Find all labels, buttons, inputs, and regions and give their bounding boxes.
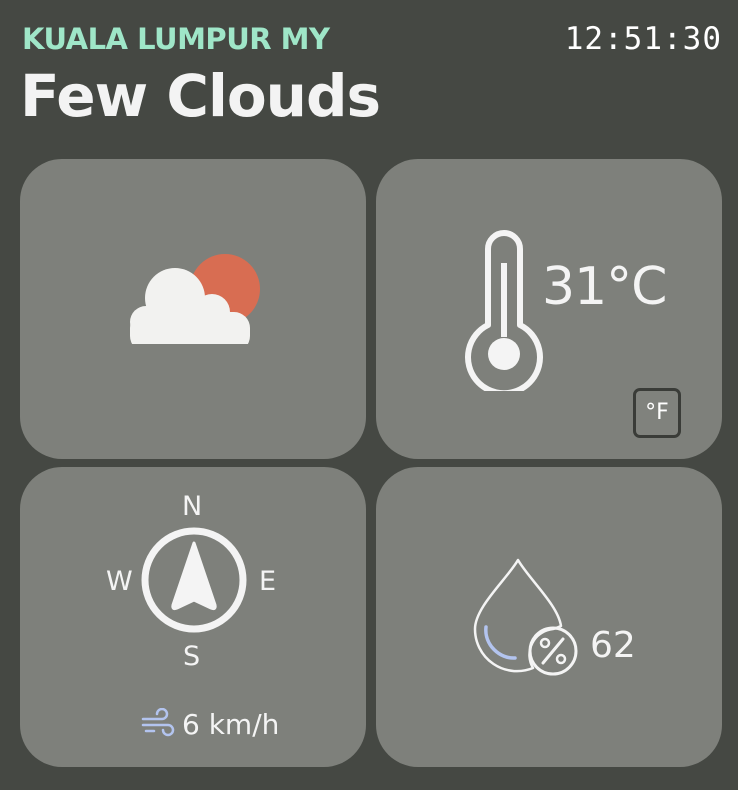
navigation-arrow-icon [171,541,217,611]
few-clouds-icon [130,254,260,344]
weather-icon-tile [20,159,366,459]
compass-south-label: S [183,641,201,672]
header: KUALA LUMPUR MY 12:51:30 Few Clouds [0,0,738,150]
compass-north-label: N [182,491,203,522]
temperature-value: 31°C [542,257,667,317]
wind-tile: N W E S 6 km/h [20,467,366,767]
wind-speed-value: 6 km/h [182,708,280,741]
humidity-drop-icon [473,558,578,676]
compass-west-label: W [106,566,133,597]
location-label: KUALA LUMPUR MY [22,22,330,56]
compass-icon [141,527,247,633]
compass-east-label: E [259,566,277,597]
weather-condition-title: Few Clouds [20,62,381,130]
temperature-tile: 31°C °F [376,159,722,459]
thermometer-icon [465,230,543,391]
humidity-tile: 62 [376,467,722,767]
wind-icon [141,708,175,737]
clock: 12:51:30 [564,21,722,57]
humidity-value: 62 [590,625,636,666]
fahrenheit-toggle-button[interactable]: °F [633,388,681,438]
